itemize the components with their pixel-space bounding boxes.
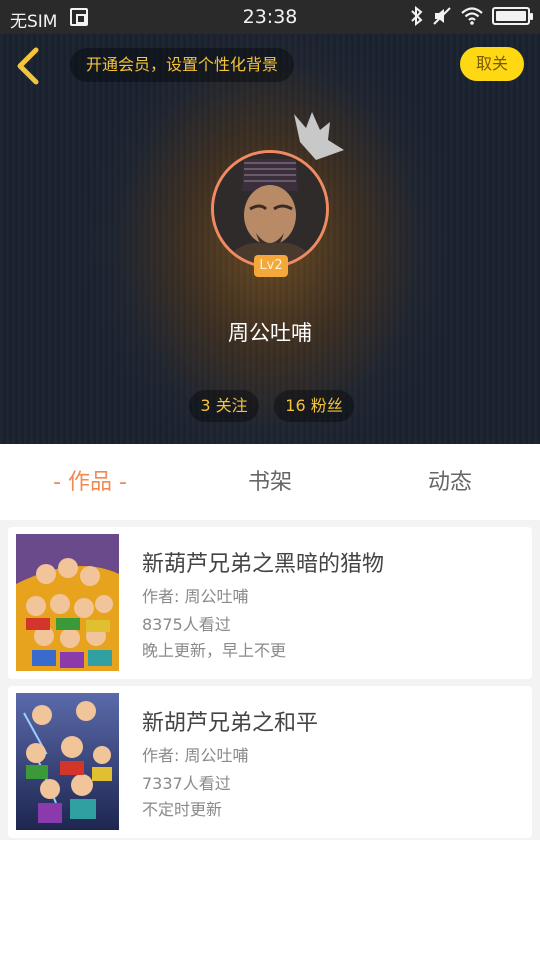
level-badge: Lv2 [254,255,288,277]
mute-icon [433,7,451,25]
tab-works[interactable]: - 作品 - [0,444,180,520]
unfollow-button[interactable]: 取关 [460,47,524,81]
vip-background-banner[interactable]: 开通会员，设置个性化背景 [70,48,295,82]
profile-tabs: - 作品 - 书架 动态 [0,444,540,520]
status-bar: 无SIM 23:38 [0,0,540,34]
tab-bookshelf[interactable]: 书架 [180,444,360,520]
work-schedule: 不定时更新 [142,800,223,819]
work-cover-image [16,534,119,671]
work-schedule: 晚上更新，早上不更 [142,641,287,660]
work-author: 作者: 周公吐哺 [142,746,249,765]
works-list: 新葫芦兄弟之黑暗的猎物 作者: 周公吐哺 8375人看过 晚上更新，早上不更 新… [0,520,540,960]
avatar[interactable] [211,150,329,268]
profile-header: 开通会员，设置个性化背景 取关 Lv2 周公吐哺 3 关注 16 粉丝 [0,34,540,444]
back-button[interactable] [12,46,46,86]
work-card[interactable]: 新葫芦兄弟之黑暗的猎物 作者: 周公吐哺 8375人看过 晚上更新，早上不更 [8,527,532,679]
work-title: 新葫芦兄弟之黑暗的猎物 [142,552,385,577]
following-count[interactable]: 3 关注 [189,390,259,422]
work-views: 7337人看过 [142,774,231,793]
work-title: 新胡芦兄弟之和平 [142,711,319,736]
user-name: 周公吐哺 [228,321,312,345]
tab-activity[interactable]: 动态 [360,444,540,520]
work-views: 8375人看过 [142,615,231,634]
fans-count[interactable]: 16 粉丝 [274,390,354,422]
work-cover-image [16,693,119,830]
avatar-portrait [214,153,326,265]
battery-icon [492,7,533,25]
wifi-icon [461,7,483,25]
work-card[interactable]: 新胡芦兄弟之和平 作者: 周公吐哺 7337人看过 不定时更新 [8,686,532,838]
empty-area [0,840,540,960]
work-author: 作者: 周公吐哺 [142,587,249,606]
bluetooth-icon [411,6,423,26]
system-icons [410,6,533,26]
